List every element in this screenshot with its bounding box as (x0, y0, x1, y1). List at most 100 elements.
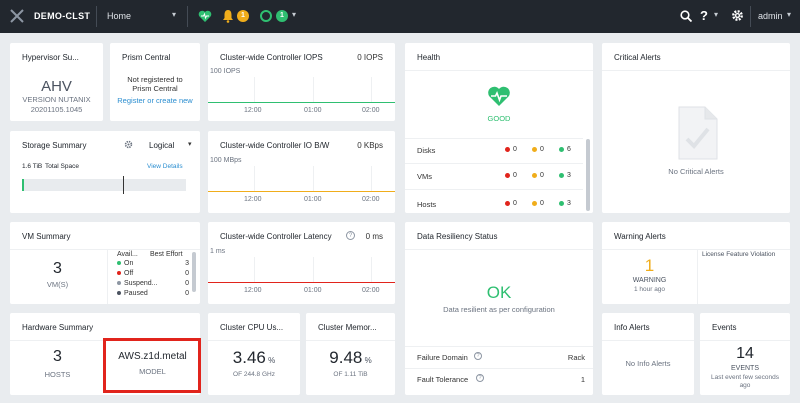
vm-state-value: 0 (185, 290, 189, 297)
host-count[interactable]: 3 (10, 348, 105, 366)
cluster-memory-usage-widget[interactable]: Cluster Memor... 9.48 % OF 1.11 TiB (306, 313, 395, 395)
vm-state-label: On (124, 260, 134, 267)
list-item[interactable]: Off 0 (117, 270, 189, 277)
memory-usage-unit: % (364, 356, 372, 365)
view-details-link[interactable]: View Details (147, 163, 183, 170)
widget-title: Storage Summary (22, 141, 87, 150)
list-item[interactable]: On 3 (117, 260, 189, 267)
warning-alert-item[interactable]: License Feature Violation (702, 251, 775, 258)
prism-status-line2: Prism Central (132, 84, 178, 93)
critical-alerts-widget[interactable]: Critical Alerts No Critical Alerts (602, 43, 790, 213)
critical-count[interactable]: 0 (505, 200, 517, 207)
warning-count[interactable]: 0 (532, 146, 544, 153)
storage-summary-widget[interactable]: Storage Summary Logical ▾ 1.6 TiB Total … (10, 131, 200, 213)
grid-line (371, 257, 372, 282)
grid-line (371, 166, 372, 191)
divider (750, 6, 751, 27)
top-navigation-bar: DEMO-CLST Home ▾ 1 1 ▾ ? ▾ admin ▾ (0, 0, 800, 33)
good-count[interactable]: 3 (559, 172, 571, 179)
register-link[interactable]: Register or create new (110, 96, 200, 105)
view-selector[interactable]: Home (107, 11, 131, 21)
warning-count[interactable]: 0 (532, 200, 544, 207)
total-space-value: 1.6 TiB (22, 163, 43, 170)
widget-title: Cluster Memor... (318, 323, 377, 332)
chevron-down-icon[interactable]: ▾ (188, 140, 192, 148)
bell-icon[interactable] (222, 9, 234, 23)
grid-line (254, 166, 255, 191)
empty-message: No Info Alerts (625, 359, 671, 368)
total-space-label: Total Space (45, 163, 79, 170)
list-item[interactable]: Paused 0 (117, 290, 189, 297)
empty-document-icon (678, 106, 718, 160)
storage-usage-bar (22, 176, 186, 194)
health-widget[interactable]: Health GOOD Disks 0 0 6 VMs 0 0 3 Hosts … (405, 43, 593, 213)
chevron-down-icon[interactable]: ▾ (292, 10, 296, 19)
chevron-down-icon[interactable]: ▾ (172, 10, 176, 19)
latency-value: 0 ms (365, 232, 383, 241)
vm-summary-widget[interactable]: VM Summary 3 VM(S) Avail... Best Effort … (10, 222, 200, 304)
chevron-down-icon[interactable]: ▾ (787, 10, 791, 19)
alerts-count-badge[interactable]: 1 (237, 10, 249, 22)
row-label: VMs (417, 172, 432, 181)
fault-tolerance-label: Fault Tolerance (417, 375, 469, 384)
gear-icon[interactable] (124, 140, 133, 149)
cluster-cpu-usage-widget[interactable]: Cluster CPU Us... 3.46 % OF 244.8 GHz (208, 313, 300, 395)
controller-latency-widget[interactable]: Cluster-wide Controller Latency ? 0 ms 1… (208, 222, 395, 304)
vm-state-label: Suspend... (124, 280, 158, 287)
scrollbar[interactable] (192, 252, 196, 292)
vm-state-value: 0 (185, 270, 189, 277)
events-widget[interactable]: Events 14 EVENTS Last event few seconds … (700, 313, 790, 395)
critical-count[interactable]: 0 (505, 146, 517, 153)
data-resiliency-widget[interactable]: Data Resiliency Status OK Data resilient… (405, 222, 593, 395)
widget-title: Warning Alerts (614, 232, 666, 241)
good-count[interactable]: 6 (559, 146, 571, 153)
widget-title: Events (712, 323, 737, 332)
latency-series-line (208, 282, 395, 283)
cpu-usage-unit: % (268, 356, 276, 365)
hypervisor-summary-widget[interactable]: Hypervisor Su... AHV VERSION NUTANIX 202… (10, 43, 103, 121)
iops-value: 0 IOPS (357, 53, 383, 62)
search-icon[interactable] (680, 10, 692, 22)
divider (306, 340, 395, 341)
controller-io-bw-widget[interactable]: Cluster-wide Controller IO B/W 0 KBps 10… (208, 131, 395, 213)
grid-line (371, 77, 372, 102)
tasks-ring-icon[interactable] (260, 10, 272, 22)
critical-count[interactable]: 0 (505, 172, 517, 179)
help-icon[interactable]: ? (474, 352, 482, 360)
user-menu[interactable]: admin (758, 11, 783, 21)
x-tick: 01:00 (304, 107, 322, 114)
help-icon[interactable]: ? (476, 374, 484, 382)
health-heart-icon[interactable] (198, 9, 212, 23)
good-count[interactable]: 3 (559, 200, 571, 207)
health-row-vms[interactable]: VMs 0 0 3 (405, 164, 583, 189)
cluster-name[interactable]: DEMO-CLST (34, 11, 90, 21)
tasks-count-badge[interactable]: 1 (276, 10, 288, 22)
events-count[interactable]: 14 (700, 345, 790, 363)
nutanix-logo-icon[interactable] (10, 9, 24, 23)
list-item[interactable]: Suspend... 0 (117, 280, 189, 287)
availability-column[interactable]: Avail... (117, 251, 138, 258)
vm-count[interactable]: 3 (10, 260, 105, 278)
scrollbar[interactable] (586, 139, 590, 211)
help-icon[interactable]: ? (700, 8, 708, 23)
row-label: Hosts (417, 200, 437, 209)
events-time-line1: Last event few seconds (711, 374, 779, 381)
info-alerts-widget[interactable]: Info Alerts No Info Alerts (602, 313, 694, 395)
warning-count[interactable]: 1 (602, 256, 697, 276)
help-icon[interactable]: ? (346, 231, 355, 240)
y-scale-label: 100 MBps (210, 157, 242, 164)
x-tick: 02:00 (362, 107, 380, 114)
health-row-hosts[interactable]: Hosts 0 0 3 (405, 190, 583, 213)
best-effort-column[interactable]: Best Effort (150, 251, 183, 258)
warning-count[interactable]: 0 (532, 172, 544, 179)
warning-alerts-widget[interactable]: Warning Alerts 1 WARNING 1 hour ago Lice… (602, 222, 790, 304)
health-row-disks[interactable]: Disks 0 0 6 (405, 138, 583, 163)
gear-icon[interactable] (731, 9, 744, 22)
controller-iops-widget[interactable]: Cluster-wide Controller IOPS 0 IOPS 100 … (208, 43, 395, 121)
y-scale-label: 1 ms (210, 248, 226, 255)
chevron-down-icon[interactable]: ▾ (714, 10, 718, 19)
failure-domain-label: Failure Domain (417, 353, 468, 362)
x-tick: 02:00 (362, 287, 380, 294)
prism-central-widget[interactable]: Prism Central Not registered to Prism Ce… (110, 43, 200, 121)
storage-mode-select[interactable]: Logical (149, 141, 174, 150)
